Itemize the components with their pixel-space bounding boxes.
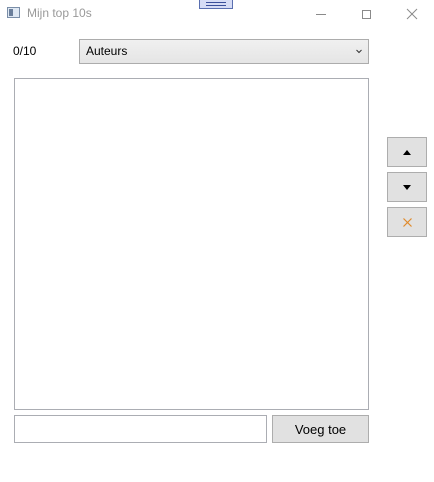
chevron-down-icon (356, 49, 362, 54)
item-counter: 0/10 (13, 44, 37, 58)
drag-handle[interactable] (199, 0, 233, 9)
new-item-input[interactable] (14, 415, 267, 443)
move-down-button[interactable] (387, 172, 427, 202)
category-select-value: Auteurs (86, 44, 128, 58)
window-title: Mijn top 10s (27, 6, 92, 20)
remove-item-button[interactable] (387, 207, 427, 237)
triangle-down-icon (403, 184, 411, 190)
title-bar[interactable]: Mijn top 10s (0, 0, 434, 28)
close-window-button[interactable] (389, 0, 434, 28)
top10-list[interactable] (14, 78, 369, 410)
maximize-icon (361, 9, 371, 19)
maximize-button[interactable] (343, 0, 389, 28)
category-select[interactable]: Auteurs (79, 39, 369, 64)
app-window: Mijn top 10s 0/10 Auteurs Voeg toe (0, 0, 434, 482)
minimize-icon (316, 13, 326, 15)
move-up-button[interactable] (387, 137, 427, 167)
minimize-button[interactable] (298, 0, 344, 28)
add-button[interactable]: Voeg toe (272, 415, 369, 443)
app-icon (7, 7, 20, 18)
triangle-up-icon (403, 149, 411, 155)
close-icon (406, 8, 418, 20)
close-icon (402, 217, 412, 227)
